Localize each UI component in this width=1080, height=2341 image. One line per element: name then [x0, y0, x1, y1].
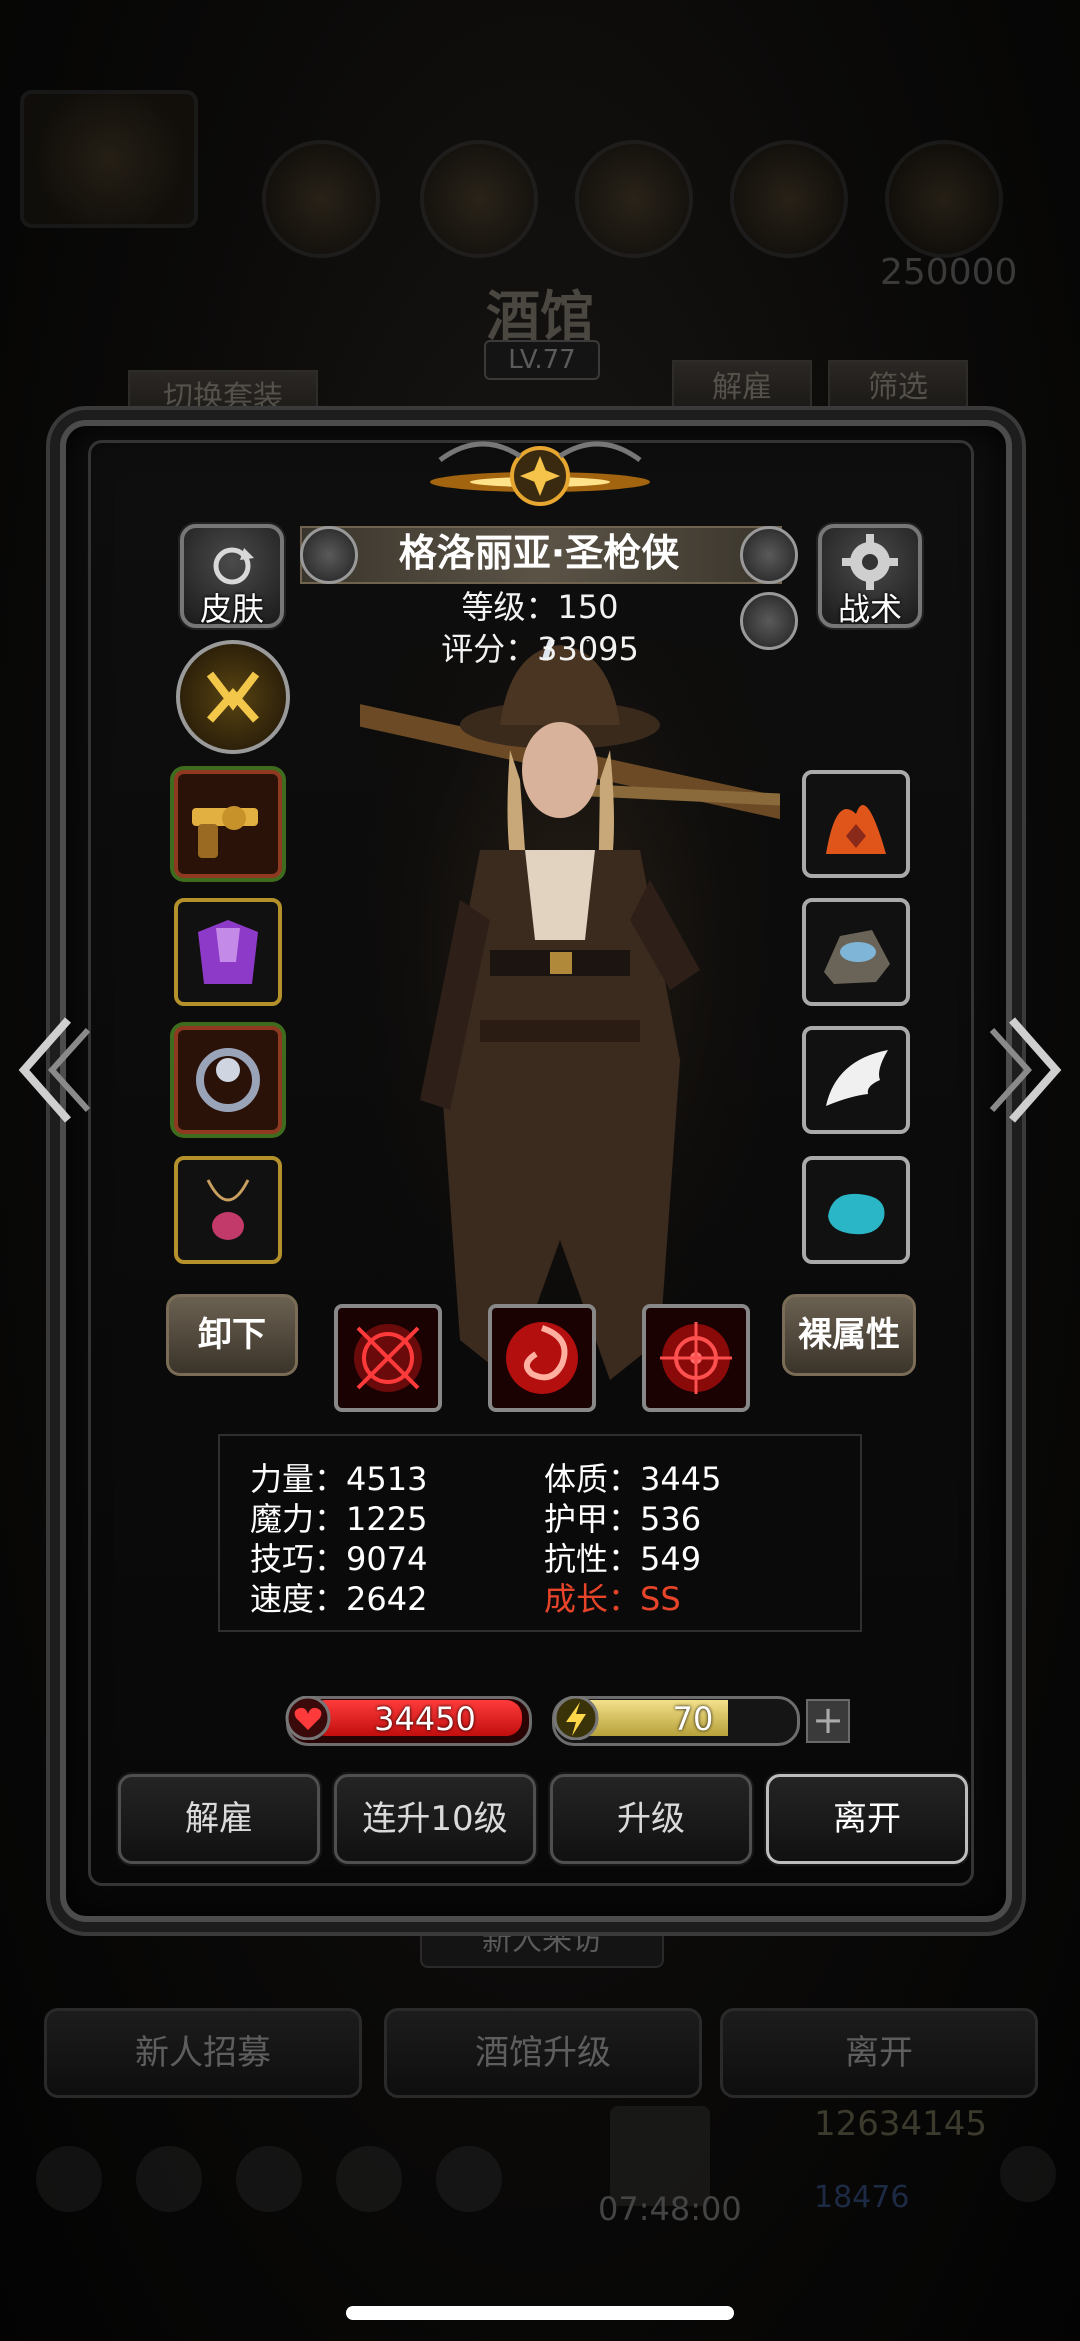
switch-set-button[interactable]: 切换套装 [128, 370, 318, 426]
white-wing-icon [826, 1050, 888, 1106]
flame-rune-icon [826, 805, 886, 854]
chest-timer: 07:48:00 [598, 2190, 742, 2228]
bare-attributes-button[interactable]: 裸属性 [782, 1294, 916, 1376]
bottom-gold-amount: 12634145 [814, 2104, 988, 2144]
stat-growth: 成长：SS [544, 1580, 681, 1618]
menu-icon [575, 140, 693, 258]
purple-armor-icon [198, 920, 258, 984]
filter-button[interactable]: 筛选 [828, 360, 968, 416]
energy-value: 70 [672, 1700, 714, 1738]
skin-button[interactable]: 皮肤 [180, 524, 284, 628]
leave-button[interactable]: 离开 [766, 1774, 968, 1864]
armor-slot[interactable] [174, 898, 282, 1006]
menu-icon [730, 140, 848, 258]
skill-slot-2[interactable] [488, 1304, 596, 1412]
hero-name: 格洛丽亚·圣枪侠 [398, 531, 680, 575]
hero-score: 评分：33095 [441, 630, 639, 668]
heart-icon [285, 1696, 331, 1740]
tactics-button-label: 战术 [837, 590, 902, 628]
skill-slot-3[interactable] [642, 1304, 750, 1412]
pendant-icon [206, 1179, 250, 1240]
rune-slot[interactable] [802, 770, 910, 878]
nav-icon[interactable] [336, 2146, 402, 2212]
lightning-icon [553, 1696, 599, 1740]
bg-dismiss-button[interactable]: 解雇 [672, 360, 812, 416]
avatar [20, 90, 198, 228]
crosshair-skill-icon [354, 1324, 422, 1392]
skill-slot-1[interactable] [334, 1304, 442, 1412]
class-emblem-icon[interactable] [176, 640, 290, 754]
next-hero-arrow-icon[interactable] [988, 1010, 1068, 1130]
rename-edit-icon[interactable] [740, 526, 798, 584]
add-icon[interactable] [1000, 2146, 1056, 2202]
skin-button-label: 皮肤 [199, 590, 264, 628]
ornament-crest-icon [430, 441, 650, 506]
level-up-10-button[interactable]: 连升10级 [334, 1774, 536, 1864]
gem-slot[interactable] [802, 1156, 910, 1264]
weapon-slot[interactable] [174, 770, 282, 878]
nav-icon[interactable] [36, 2146, 102, 2212]
hero-portrait [360, 640, 780, 1420]
target-skill-icon [660, 1322, 732, 1394]
tavern-upgrade-button[interactable]: 酒馆升级 [384, 2008, 702, 2098]
ring-slot[interactable] [174, 1026, 282, 1134]
tavern-level-badge: LV.77 [484, 340, 600, 380]
level-up-button[interactable]: 升级 [550, 1774, 752, 1864]
tactics-button[interactable]: 战术 [818, 524, 922, 628]
golden-revolver-icon [192, 806, 258, 858]
bg-leave-button[interactable]: 离开 [720, 2008, 1038, 2098]
add-energy-button[interactable]: + [806, 1699, 850, 1743]
swirl-skill-icon [506, 1322, 578, 1394]
dismiss-button[interactable]: 解雇 [118, 1774, 320, 1864]
skull-ring-icon [196, 1048, 260, 1112]
emblem-glyph-icon [206, 671, 260, 723]
stat-speed: 速度：2642 [250, 1580, 428, 1618]
stone-slot[interactable] [802, 898, 910, 1006]
menu-icon [885, 140, 1003, 258]
new-visitor-label[interactable]: 新人来访 [420, 1914, 664, 1968]
unequip-button[interactable]: 卸下 [166, 1294, 298, 1376]
menu-icon [420, 140, 538, 258]
previous-hero-arrow-icon[interactable] [12, 1010, 92, 1130]
teal-gem-icon [828, 1193, 885, 1235]
hero-level: 等级：150 [461, 588, 619, 626]
top-icon-row [0, 90, 1080, 270]
hp-value: 34450 [374, 1700, 476, 1738]
menu-icon [262, 140, 380, 258]
necklace-slot[interactable] [174, 1156, 282, 1264]
wing-slot[interactable] [802, 1026, 910, 1134]
nav-icon[interactable] [236, 2146, 302, 2212]
nav-icon[interactable] [436, 2146, 502, 2212]
recruit-button[interactable]: 新人招募 [44, 2008, 362, 2098]
ore-stone-icon [824, 930, 890, 984]
bottom-gems-amount: 18476 [814, 2180, 910, 2215]
nav-icon[interactable] [136, 2146, 202, 2212]
home-indicator[interactable] [346, 2306, 734, 2320]
